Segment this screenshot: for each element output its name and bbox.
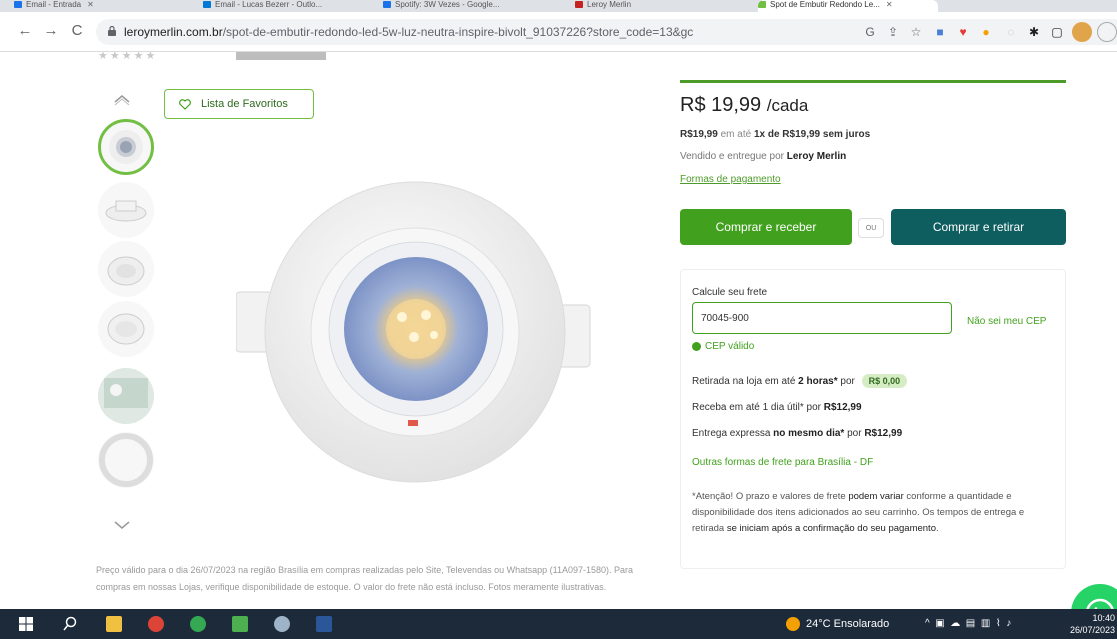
browser-toolbar: ← → C leroymerlin.com.br/spot-de-embutir… (0, 12, 1117, 52)
other-shipping-link[interactable]: Outras formas de frete para Brasília - D… (692, 457, 873, 468)
shipping-notice: *Atenção! O prazo e valores de frete pod… (692, 491, 1025, 534)
chrome-icon[interactable] (190, 616, 206, 632)
sidebar-icon[interactable]: ▢ (1049, 24, 1065, 40)
browser-tab-label: Spotify: 3W Vezes - Google... (395, 0, 500, 9)
close-icon[interactable]: ✕ (886, 0, 893, 9)
thumbnail-2[interactable] (98, 182, 154, 238)
favorites-button[interactable]: Lista de Favoritos (164, 89, 314, 119)
price-disclaimer: Preço válido para o dia 26/07/2023 na re… (96, 565, 633, 592)
chevron-down-icon[interactable] (112, 518, 132, 532)
weather-text: 24°C Ensolarado (806, 618, 890, 630)
product-thumbnail-image (107, 256, 145, 286)
store-icon (575, 1, 583, 9)
browser-tab[interactable]: Email - Lucas Bezerr - Outlo... (203, 0, 363, 12)
product-page: ★★★★★ Lista de Favoritos Preço válido pa… (0, 52, 1117, 609)
whatsapp-icon (1086, 598, 1114, 609)
clock-time: 10:40 (1092, 613, 1115, 623)
status-badge (236, 52, 326, 60)
shipping-title: Calcule seu frete (692, 287, 768, 298)
windows-taskbar: 24°C Ensolarado ^ ▣ ☁ ▤ ▥ ⌇ ♪ 10:40 26/0… (0, 609, 1117, 639)
buy-and-pickup-button[interactable]: Comprar e retirar (891, 209, 1066, 245)
windows-start-icon[interactable] (18, 616, 34, 632)
product-thumbnail-image (99, 433, 153, 487)
browser-tab-label: Email - Entrada (26, 0, 82, 9)
word-icon[interactable] (316, 616, 332, 632)
favorites-label: Lista de Favoritos (201, 98, 288, 110)
product-thumbnail-image (109, 130, 143, 164)
chevron-up-icon[interactable] (112, 92, 132, 106)
puzzle-icon[interactable]: ✱ (1026, 24, 1042, 40)
media-player-icon[interactable] (274, 616, 290, 632)
search-icon[interactable] (62, 616, 78, 632)
product-thumbnail-image (98, 368, 154, 424)
or-separator: OU (858, 218, 884, 238)
cep-input[interactable] (692, 302, 952, 334)
extension-icon[interactable]: ◌ (1003, 24, 1019, 40)
browser-tab[interactable]: Leroy Merlin (575, 0, 740, 12)
product-thumbnail-image (107, 313, 145, 345)
clock-date: 26/07/2023 (1070, 625, 1116, 635)
leroy-merlin-icon (758, 1, 766, 9)
google-icon (383, 1, 391, 9)
unknown-cep-link[interactable]: Não sei meu CEP (967, 316, 1046, 327)
price-badge: R$ 0,00 (861, 374, 908, 388)
check-circle-icon (692, 342, 701, 351)
system-tray[interactable]: ^ ▣ ☁ ▤ ▥ ⌇ ♪ (925, 618, 1011, 629)
cep-valid-status: CEP válido (692, 341, 754, 352)
calculator-icon[interactable] (232, 616, 248, 632)
close-icon[interactable]: ✕ (87, 0, 94, 9)
browser-tab-label: Spot de Embutir Redondo Le... (770, 0, 880, 9)
extension-icon[interactable]: ■ (932, 24, 948, 40)
system-clock[interactable]: 10:40 26/07/2023 (1070, 612, 1115, 636)
product-thumbnail-image (105, 200, 147, 222)
forward-arrow-icon[interactable]: → (40, 20, 62, 42)
reload-icon[interactable]: C (66, 20, 88, 42)
thumbnail-3[interactable] (98, 241, 154, 297)
chrome-icon[interactable] (148, 616, 164, 632)
installments-text: R$19,99 em até 1x de R$19,99 sem juros (680, 129, 871, 140)
browser-tab-label: Email - Lucas Bezerr - Outlo... (215, 0, 323, 9)
browser-tab[interactable]: Spotify: 3W Vezes - Google... (383, 0, 563, 12)
main-product-image[interactable] (236, 177, 596, 517)
cep-valid-label: CEP válido (705, 341, 755, 352)
browser-tab-active[interactable]: Spot de Embutir Redondo Le... ✕ (758, 0, 938, 12)
back-arrow-icon[interactable]: ← (14, 20, 36, 42)
browser-tab-label: Leroy Merlin (587, 0, 632, 9)
file-explorer-icon[interactable] (106, 616, 122, 632)
mail-icon (14, 1, 22, 9)
heart-icon (179, 98, 191, 110)
shipping-option-pickup: Retirada na loja em até 2 horas* por R$ … (692, 374, 908, 388)
shipping-option-standard: Receba em até 1 dia útil* por R$12,99 (692, 402, 862, 413)
url-text: leroymerlin.com.br/spot-de-embutir-redon… (124, 25, 694, 39)
lock-icon (108, 26, 116, 36)
extension-icon[interactable]: ● (978, 24, 994, 40)
thumbnail-4[interactable] (98, 301, 154, 357)
share-icon[interactable]: ⇪ (885, 24, 901, 40)
thumbnail-1[interactable] (98, 119, 154, 175)
rating-stars: ★★★★★ (98, 52, 158, 60)
outlook-icon (203, 1, 211, 9)
avatar[interactable] (1072, 22, 1092, 42)
buy-and-receive-button[interactable]: Comprar e receber (680, 209, 852, 245)
star-icon[interactable]: ☆ (908, 24, 924, 40)
price-accent-bar (680, 80, 1066, 83)
google-icon[interactable]: G (862, 24, 878, 40)
profile-icon[interactable] (1097, 22, 1117, 42)
shipping-option-express: Entrega expressa no mesmo dia* por R$12,… (692, 428, 903, 439)
thumbnail-6[interactable] (98, 432, 154, 488)
browser-tab[interactable]: Email - Entrada ✕ (14, 0, 184, 12)
payment-methods-link[interactable]: Formas de pagamento (680, 174, 781, 185)
sun-icon (786, 617, 800, 631)
browser-tab-strip: Email - Entrada ✕ Email - Lucas Bezerr - … (0, 0, 1117, 12)
whatsapp-button[interactable] (1071, 584, 1117, 609)
shield-icon[interactable]: ♥ (955, 24, 971, 40)
thumbnail-5[interactable] (98, 368, 154, 424)
product-price: R$ 19,99 /cada (680, 94, 809, 116)
seller-info: Vendido e entregue por Leroy Merlin (680, 151, 847, 162)
weather-widget[interactable]: 24°C Ensolarado (786, 617, 889, 631)
